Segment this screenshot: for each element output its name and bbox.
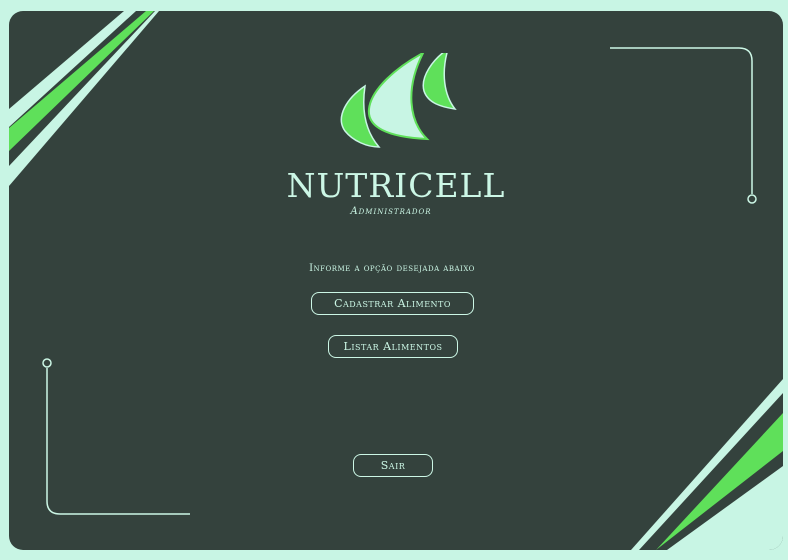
stripe-top-left-green [9, 11, 154, 151]
exit-button[interactable]: Sair [353, 454, 433, 477]
brand-title: NUTRICELL [286, 166, 506, 205]
list-foods-button[interactable]: Listar Alimentos [328, 335, 458, 358]
instruction-text: Informe a opção desejada abaixo [309, 263, 475, 274]
main-panel: NUTRICELL Administrador Informe a opção … [9, 11, 783, 550]
corner-line-bottom-left [46, 368, 190, 515]
corner-dot-bottom-left [42, 358, 52, 368]
leaf-logo-icon [340, 53, 457, 148]
register-food-button[interactable]: Cadastrar Alimento [311, 292, 474, 315]
role-subtitle: Administrador [350, 206, 432, 217]
